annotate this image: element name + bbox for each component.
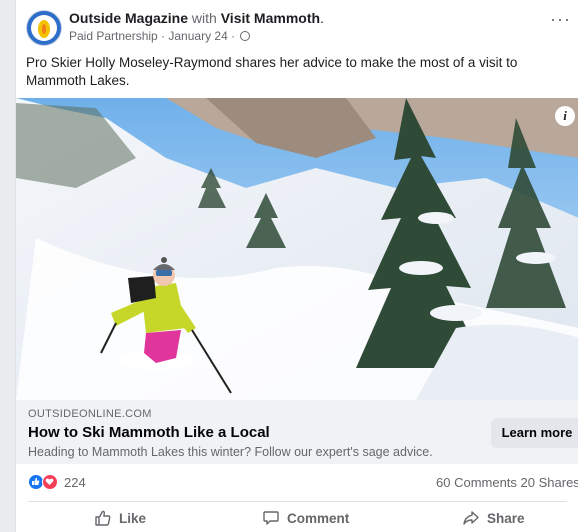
outside-logo-icon	[38, 20, 50, 38]
link-domain: OUTSIDEONLINE.COM	[28, 408, 152, 420]
post-actions: Like Comment Share	[16, 503, 578, 532]
link-description: Heading to Mammoth Lakes this winter? Fo…	[28, 445, 433, 459]
learn-more-button[interactable]: Learn more	[491, 418, 578, 448]
love-reaction-icon	[42, 474, 58, 490]
thumbs-up-icon	[95, 510, 111, 526]
post-header: Outside Magazine with Visit Mammoth. Pai…	[16, 0, 578, 52]
like-label: Like	[119, 510, 147, 526]
post-image[interactable]: i	[16, 98, 578, 400]
ad-info-button[interactable]: i	[555, 106, 575, 126]
post-title: Outside Magazine with Visit Mammoth.	[69, 10, 324, 26]
partner-suffix: .	[320, 10, 324, 26]
link-title[interactable]: How to Ski Mammoth Like a Local	[28, 424, 270, 441]
comment-label: Comment	[287, 510, 350, 526]
with-text: with	[191, 10, 217, 26]
share-button[interactable]: Share	[462, 507, 525, 529]
page-name-link[interactable]: Outside Magazine	[69, 10, 188, 26]
actions-divider	[28, 501, 567, 502]
page-avatar[interactable]	[26, 10, 62, 46]
partner-name-link[interactable]: Visit Mammoth	[221, 10, 320, 26]
link-preview[interactable]: OUTSIDEONLINE.COM How to Ski Mammoth Lik…	[16, 400, 578, 464]
post-meta: Paid Partnership · January 24 ·	[69, 29, 251, 43]
reaction-count[interactable]: 224	[64, 475, 86, 490]
ski-photo	[16, 98, 578, 400]
comment-button[interactable]: Comment	[262, 507, 349, 529]
comments-shares-count[interactable]: 60 Comments 20 Shares	[436, 475, 578, 490]
post-meta-text: Paid Partnership · January 24 ·	[69, 29, 236, 43]
share-arrow-icon	[463, 511, 479, 525]
more-options-button[interactable]: ···	[550, 10, 571, 28]
engagement-stats: 224 60 Comments 20 Shares	[16, 470, 578, 494]
like-button[interactable]: Like	[94, 507, 146, 529]
sponsored-post-card: Outside Magazine with Visit Mammoth. Pai…	[15, 0, 578, 532]
share-label: Share	[487, 510, 525, 526]
post-message: Pro Skier Holly Moseley-Raymond shares h…	[26, 55, 518, 88]
comment-bubble-icon	[263, 511, 279, 525]
globe-icon	[240, 31, 251, 41]
